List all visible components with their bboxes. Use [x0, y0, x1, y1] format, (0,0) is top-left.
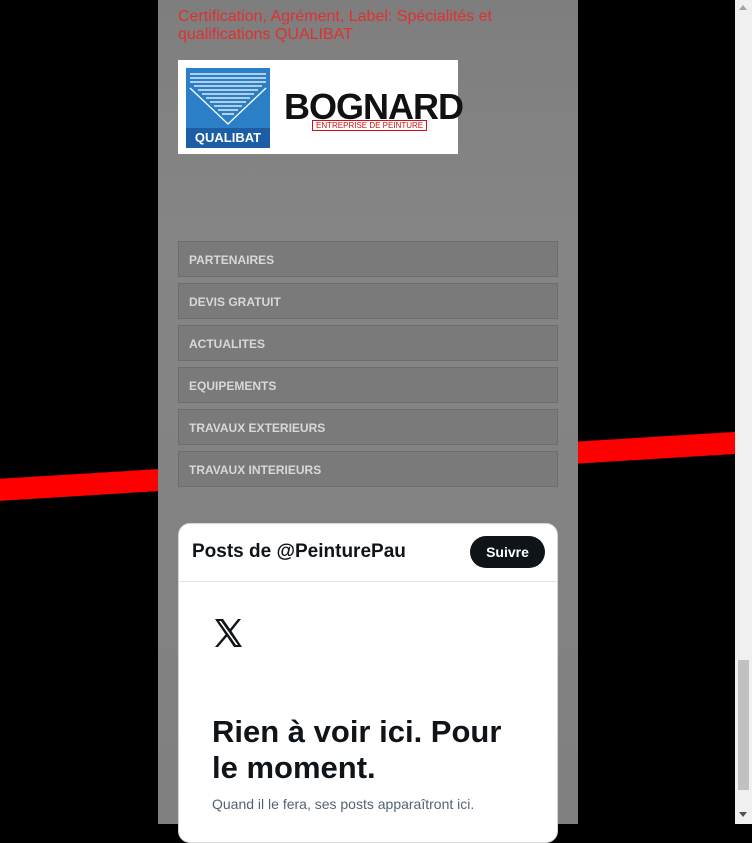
menu-item-equipements[interactable]: EQUIPEMENTS — [178, 367, 558, 403]
scroll-up-arrow-icon[interactable] — [739, 5, 747, 10]
sidebar-column: Certification, Agrément, Label: Spéciali… — [158, 0, 578, 843]
menu-item-devis-gratuit[interactable]: DEVIS GRATUIT — [178, 283, 558, 319]
twitter-timeline-widget: Posts de @PeinturePau Suivre Rien à voir… — [178, 523, 558, 843]
certification-title[interactable]: Certification, Agrément, Label: Spéciali… — [178, 8, 518, 44]
menu-item-travaux-interieurs[interactable]: TRAVAUX INTERIEURS — [178, 451, 558, 487]
twitter-widget-header: Posts de @PeinturePau Suivre — [179, 524, 557, 582]
qualibat-logo: QUALIBAT — [186, 68, 270, 148]
sidebar-menu: PARTENAIRES DEVIS GRATUIT ACTUALITES EQU… — [178, 241, 558, 493]
qualibat-label: QUALIBAT — [186, 128, 270, 148]
decorative-red-stripe-left — [0, 467, 181, 502]
decorative-red-stripe-right — [570, 429, 752, 464]
scroll-thumb[interactable] — [738, 660, 749, 790]
empty-state-title: Rien à voir ici. Pour le moment. — [212, 714, 502, 785]
x-logo-icon — [215, 619, 242, 647]
bognard-subtitle: ENTREPRISE DE PEINTURE — [312, 120, 428, 131]
empty-state-subtitle: Quand il le fera, ses posts apparaîtront… — [212, 796, 475, 812]
qualibat-bognard-logo: QUALIBAT BOGNARD ENTREPRISE DE PEINTURE — [178, 60, 464, 154]
menu-item-partenaires[interactable]: PARTENAIRES — [178, 241, 558, 277]
scroll-down-arrow-icon[interactable] — [739, 812, 747, 817]
menu-item-actualites[interactable]: ACTUALITES — [178, 325, 558, 361]
qualibat-building-icon — [189, 73, 267, 125]
menu-item-travaux-exterieurs[interactable]: TRAVAUX EXTERIEURS — [178, 409, 558, 445]
follow-button[interactable]: Suivre — [470, 536, 545, 568]
page-scrollbar[interactable] — [735, 0, 752, 824]
twitter-widget-title[interactable]: Posts de @PeinturePau — [192, 541, 406, 563]
